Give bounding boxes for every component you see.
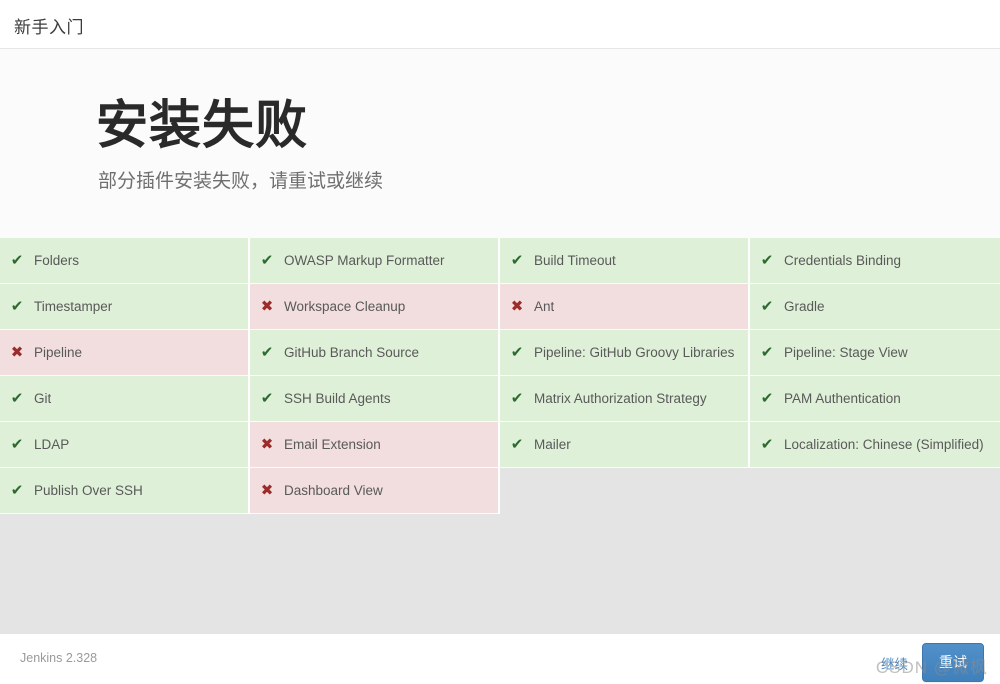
plugin-row: ✔ Pipeline: GitHub Groovy Libraries [500,330,748,376]
jenkins-version-label: Jenkins 2.328 [20,651,98,665]
plugin-status-grid: ✔ Folders ✔ Timestamper ✖ Pipeline ✔ Git ✔ LDAP ✔ P… [0,238,1000,514]
plugin-row: ✔ Matrix Authorization Strategy [500,376,748,422]
plugin-row: ✔ LDAP [0,422,248,468]
cross-icon: ✖ [260,436,274,453]
plugin-name: Timestamper [34,299,113,314]
plugin-name: Email Extension [284,437,381,452]
plugin-name: LDAP [34,437,70,452]
plugin-name: Pipeline [34,345,83,360]
plugin-name: Pipeline: Stage View [784,345,908,360]
check-icon: ✔ [260,252,274,269]
plugin-row: ✔ Publish Over SSH [0,468,248,514]
plugin-row: ✔ Gradle [750,284,1000,330]
plugin-name: Matrix Authorization Strategy [534,391,707,406]
plugin-row: ✖ Dashboard View [250,468,498,514]
plugin-name: Ant [534,299,555,314]
plugin-name: GitHub Branch Source [284,345,420,360]
plugin-name: Workspace Cleanup [284,299,406,314]
page-title: 新手入门 [14,18,84,37]
check-icon: ✔ [260,344,274,361]
cross-icon: ✖ [260,482,274,499]
plugin-row: ✔ Localization: Chinese (Simplified) [750,422,1000,468]
install-status-heading: 安装失败 [96,97,309,155]
plugin-row: ✔ OWASP Markup Formatter [250,238,498,284]
check-icon: ✔ [510,344,524,361]
plugin-column: ✔ Build Timeout ✖ Ant ✔ Pipeline: GitHub Groo… [500,238,750,468]
jenkins-setup-wizard: 新手入门 安装失败 部分插件安装失败，请重试或继续 重试 ✔ Folders ✔ Ti… [0,0,1000,684]
footer-actions: 继续 重试 [881,643,984,682]
plugin-name: SSH Build Agents [284,391,391,406]
plugin-name: Pipeline: GitHub Groovy Libraries [534,345,735,360]
plugin-name: Folders [34,253,80,268]
plugin-row: ✔ Git [0,376,248,422]
plugin-name: Credentials Binding [784,253,902,268]
check-icon: ✔ [760,436,774,453]
check-icon: ✔ [260,390,274,407]
check-icon: ✔ [510,390,524,407]
plugin-row: ✔ Build Timeout [500,238,748,284]
plugin-row: ✔ GitHub Branch Source [250,330,498,376]
cross-icon: ✖ [260,298,274,315]
check-icon: ✔ [760,390,774,407]
check-icon: ✔ [10,436,24,453]
plugin-name: Build Timeout [534,253,616,268]
check-icon: ✔ [510,252,524,269]
plugin-row: ✖ Pipeline [0,330,248,376]
top-header-bar: 新手入门 [0,0,1000,49]
plugin-name: PAM Authentication [784,391,901,406]
plugin-name: Dashboard View [284,483,383,498]
plugin-row: ✔ Timestamper [0,284,248,330]
plugin-row: ✖ Workspace Cleanup [250,284,498,330]
plugin-row: ✔ Folders [0,238,248,284]
plugin-column: ✔ Folders ✔ Timestamper ✖ Pipeline ✔ Git ✔ LDAP ✔ P… [0,238,250,514]
plugin-name: Localization: Chinese (Simplified) [784,437,984,452]
check-icon: ✔ [510,436,524,453]
check-icon: ✔ [10,298,24,315]
plugin-name: Mailer [534,437,571,452]
check-icon: ✔ [10,390,24,407]
check-icon: ✔ [760,298,774,315]
plugin-row: ✔ Mailer [500,422,748,468]
setup-header: 安装失败 部分插件安装失败，请重试或继续 [96,98,796,193]
retry-button-footer[interactable]: 重试 [922,643,984,682]
plugin-row: ✔ Pipeline: Stage View [750,330,1000,376]
plugin-column: ✔ Credentials Binding ✔ Gradle ✔ Pipeline: St… [750,238,1000,468]
plugin-column: ✔ OWASP Markup Formatter ✖ Workspace Cleanu… [250,238,500,514]
cross-icon: ✖ [10,344,24,361]
plugin-row: ✖ Ant [500,284,748,330]
check-icon: ✔ [10,482,24,499]
plugin-row: ✔ SSH Build Agents [250,376,498,422]
install-status-subtitle: 部分插件安装失败，请重试或继续 [98,171,384,193]
plugin-name: Git [34,391,52,406]
plugin-name: Gradle [784,299,825,314]
check-icon: ✔ [760,344,774,361]
footer-bar: Jenkins 2.328 继续 重试 [0,633,1000,684]
main-content: 安装失败 部分插件安装失败，请重试或继续 重试 ✔Folders✔Timesta… [0,50,1000,633]
check-icon: ✔ [760,252,774,269]
plugin-row: ✔ Credentials Binding [750,238,1000,284]
plugin-name: Publish Over SSH [34,483,143,498]
continue-link[interactable]: 继续 [881,653,908,673]
plugin-row: ✔ PAM Authentication [750,376,1000,422]
check-icon: ✔ [10,252,24,269]
plugin-name: OWASP Markup Formatter [284,253,445,268]
cross-icon: ✖ [510,298,524,315]
plugin-row: ✖ Email Extension [250,422,498,468]
